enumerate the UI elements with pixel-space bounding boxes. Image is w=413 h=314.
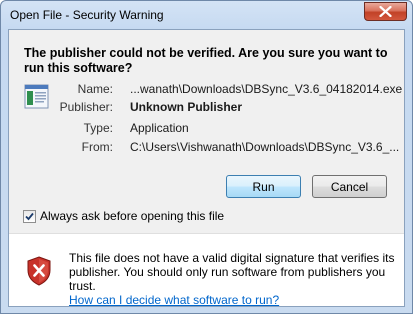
cancel-button[interactable]: Cancel bbox=[312, 175, 387, 198]
warning-panel: This file does not have a valid digital … bbox=[9, 234, 404, 307]
type-label: Type: bbox=[83, 121, 113, 135]
dialog-main-panel: The publisher could not be verified. Are… bbox=[9, 30, 404, 233]
publisher-label: Publisher: bbox=[59, 100, 113, 114]
from-value: C:\Users\Vishwanath\Downloads\DBSync_V3.… bbox=[130, 140, 400, 154]
warning-text: This file does not have a valid digital … bbox=[69, 251, 395, 293]
name-value: ...wanath\Downloads\DBSync_V3.6_04182014… bbox=[130, 82, 403, 96]
help-link[interactable]: How can I decide what software to run? bbox=[69, 293, 279, 307]
checkmark-icon bbox=[25, 212, 34, 221]
title-bar[interactable]: Open File - Security Warning bbox=[1, 1, 413, 29]
warning-message: This file does not have a valid digital … bbox=[69, 251, 399, 307]
always-ask-label: Always ask before opening this file bbox=[40, 209, 225, 223]
run-button[interactable]: Run bbox=[226, 175, 301, 198]
publisher-value: Unknown Publisher bbox=[130, 100, 243, 114]
always-ask-checkbox[interactable] bbox=[23, 210, 36, 223]
dialog-window: Open File - Security Warning The publish… bbox=[0, 0, 413, 314]
close-button[interactable] bbox=[364, 2, 407, 21]
window-title: Open File - Security Warning bbox=[10, 8, 164, 22]
type-value: Application bbox=[130, 121, 189, 135]
close-icon bbox=[379, 6, 392, 17]
name-label: Name: bbox=[77, 82, 113, 96]
security-warning-shield-icon bbox=[26, 256, 52, 289]
warning-heading: The publisher could not be verified. Are… bbox=[24, 46, 388, 75]
dialog-client-area: The publisher could not be verified. Are… bbox=[8, 29, 405, 307]
from-label: From: bbox=[81, 140, 113, 154]
